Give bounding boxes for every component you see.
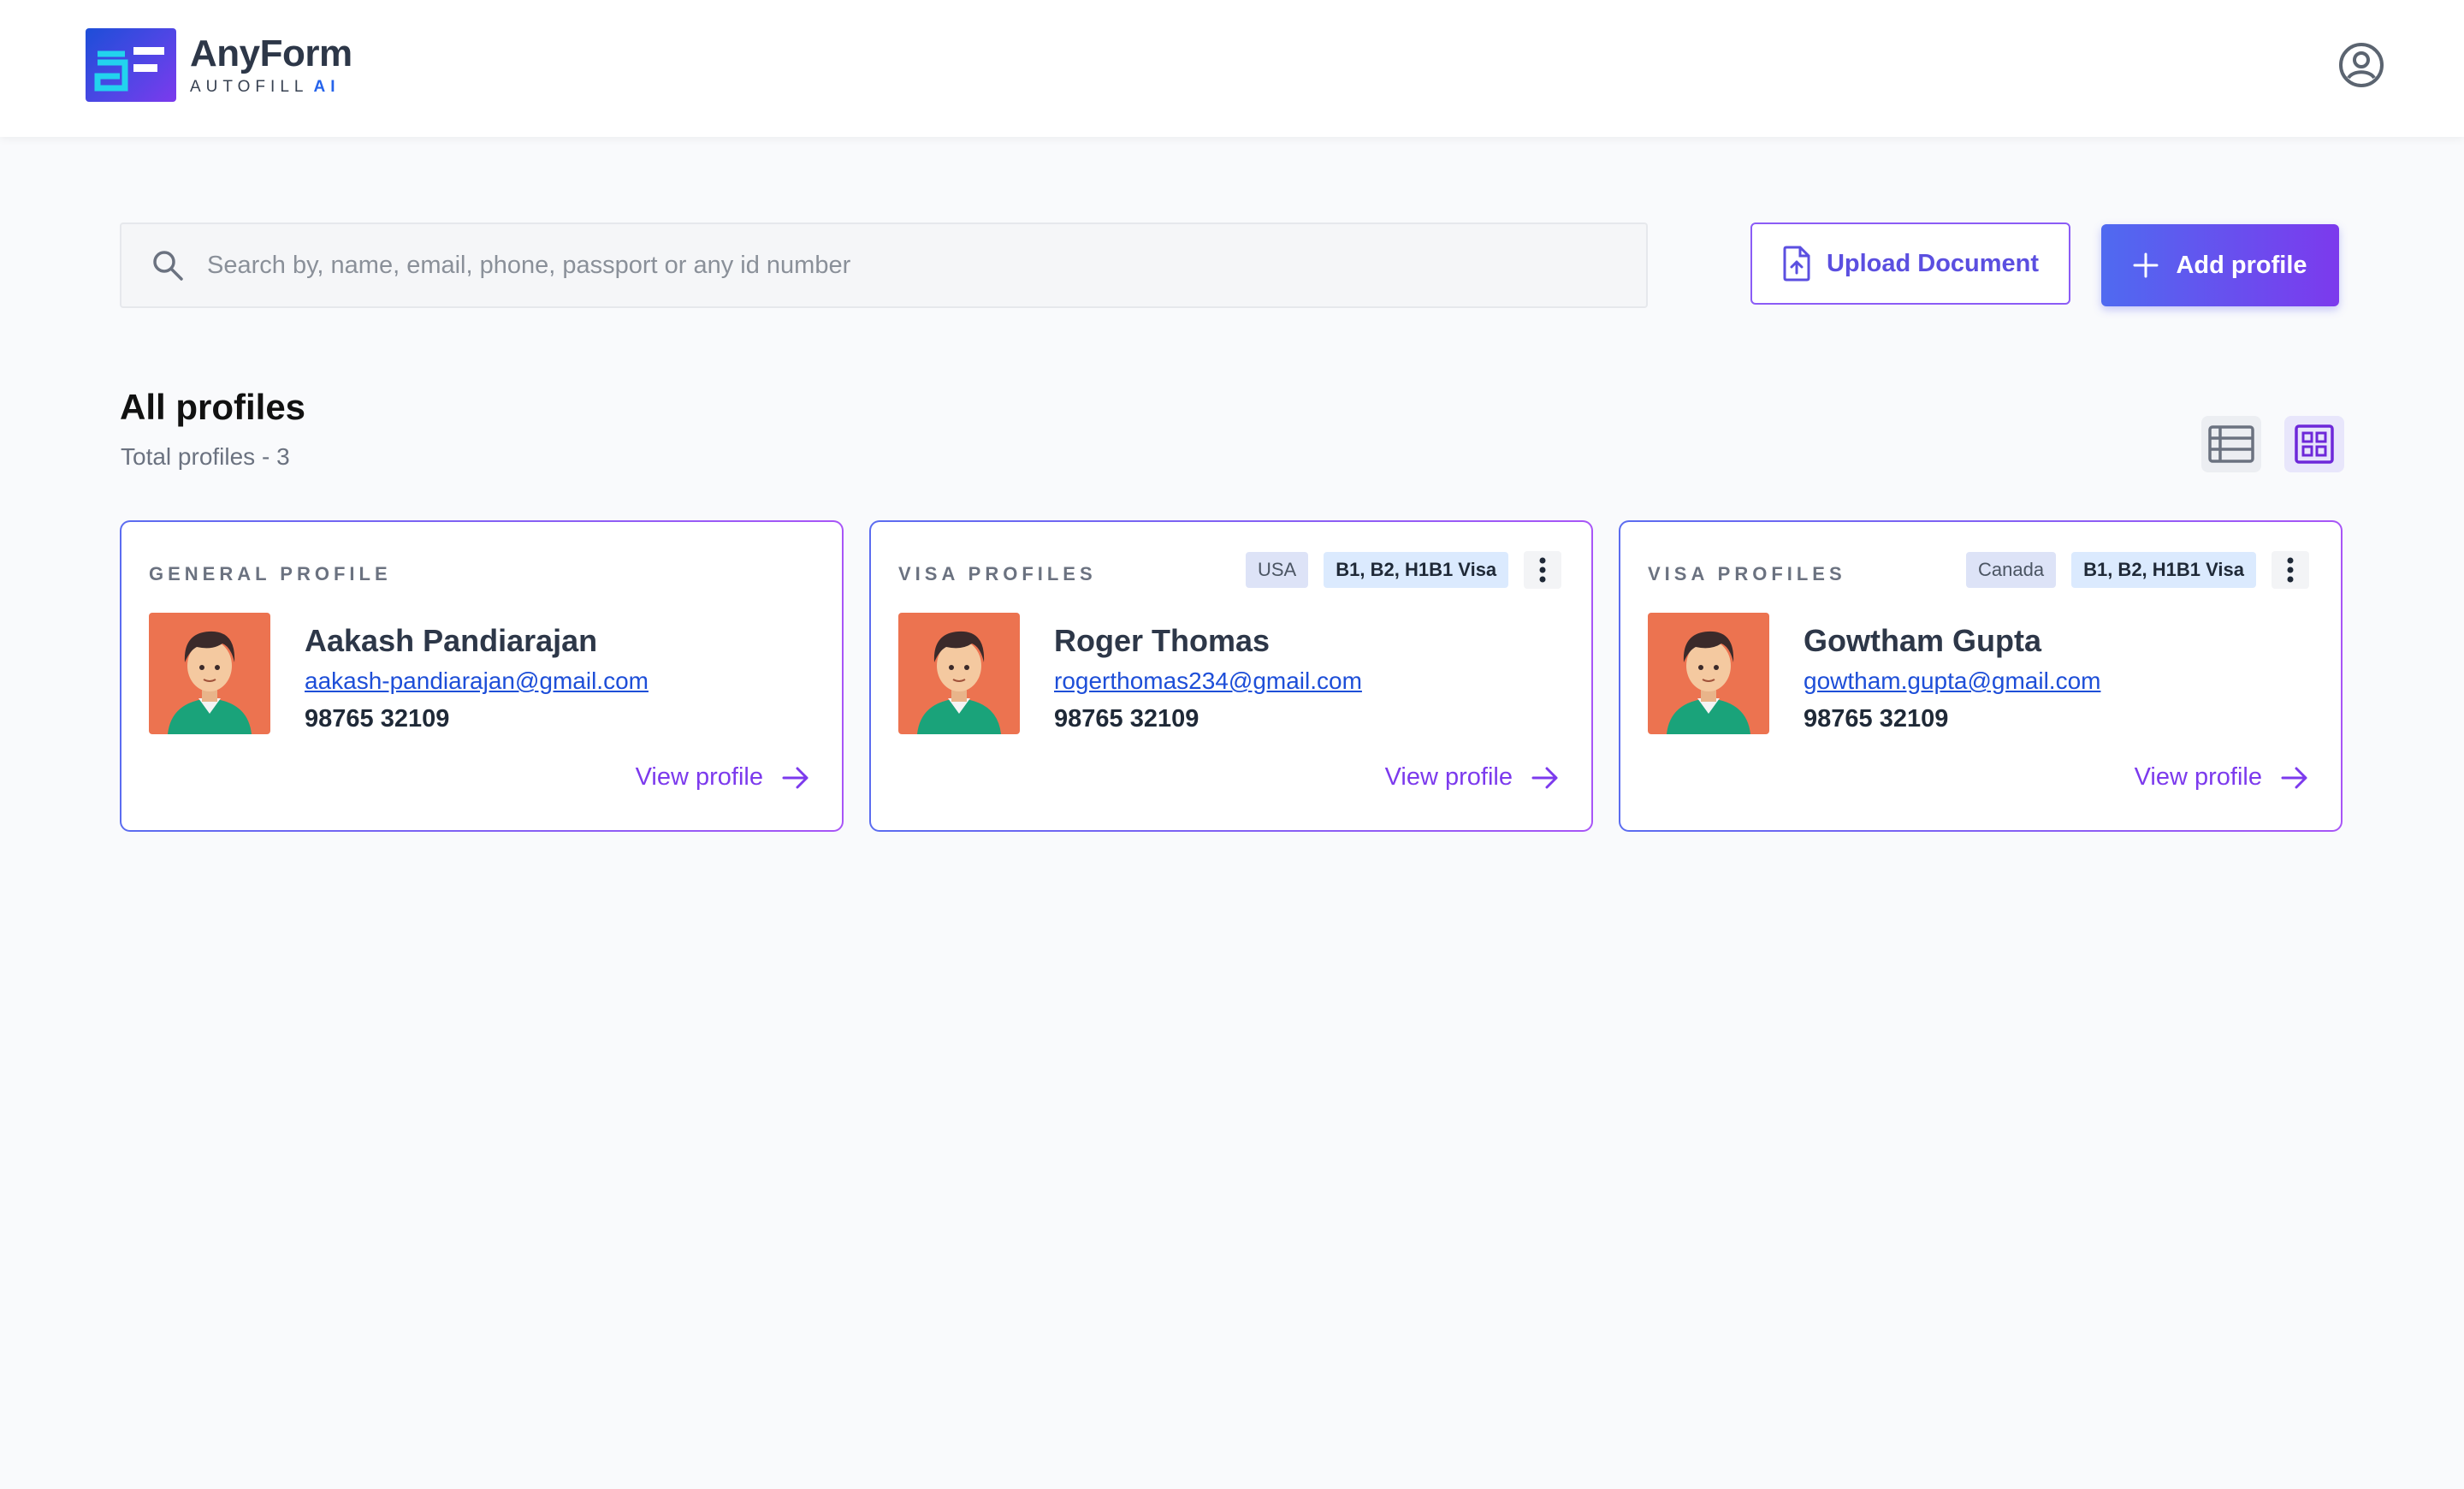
grid-view-icon [2295, 424, 2334, 464]
account-icon[interactable] [2338, 42, 2384, 88]
profile-tags: Canada B1, B2, H1B1 Visa [1966, 551, 2309, 589]
avatar [1648, 613, 1769, 734]
profile-card[interactable]: GENERAL PROFILE Aakash Pandiarajan aakas… [120, 520, 844, 832]
profile-name: Gowtham Gupta [1804, 623, 2041, 658]
list-view-toggle[interactable] [2201, 416, 2261, 472]
page-title: All profiles [120, 387, 306, 427]
view-profile-label: View profile [1384, 763, 1513, 791]
country-tag: USA [1246, 552, 1309, 588]
profile-phone: 98765 32109 [1054, 705, 1199, 733]
visa-tag: B1, B2, H1B1 Visa [1324, 552, 1509, 588]
search-input[interactable] [207, 251, 1576, 280]
search-icon [153, 251, 183, 281]
arrow-right-icon [1531, 767, 1558, 788]
plus-icon [2133, 252, 2159, 278]
profile-phone: 98765 32109 [305, 705, 450, 733]
visa-tag: B1, B2, H1B1 Visa [2071, 552, 2256, 588]
app-tagline-text: AUTOFILL [190, 78, 309, 96]
profile-card[interactable]: VISA PROFILES Canada B1, B2, H1B1 Visa G… [1619, 520, 2343, 832]
avatar [149, 613, 270, 734]
view-profile-link[interactable]: View profile [2135, 763, 2308, 792]
avatar [898, 613, 1020, 734]
country-tag: Canada [1966, 552, 2057, 588]
app-name: AnyForm [190, 33, 352, 74]
profiles-count: Total profiles - 3 [121, 443, 290, 470]
add-profile-label: Add profile [2176, 251, 2307, 279]
view-profile-link[interactable]: View profile [636, 763, 809, 792]
grid-view-toggle[interactable] [2284, 416, 2344, 472]
profile-phone: 98765 32109 [1804, 705, 1949, 733]
app-tagline-ai: AI [313, 78, 341, 96]
view-profile-label: View profile [2134, 763, 2262, 791]
more-options-button[interactable] [1524, 551, 1562, 589]
search-bar [120, 222, 1648, 308]
profile-name: Aakash Pandiarajan [305, 623, 598, 658]
profile-email-link[interactable]: aakash-pandiarajan@gmail.com [305, 667, 649, 695]
view-profile-label: View profile [635, 763, 763, 791]
logo-mark-icon [86, 28, 176, 102]
app-logo[interactable]: AnyForm AUTOFILL AI [86, 28, 352, 102]
app-tagline: AUTOFILL AI [190, 78, 352, 97]
upload-document-label: Upload Document [1826, 249, 2040, 277]
kebab-menu-icon [1539, 557, 1546, 583]
profile-name: Roger Thomas [1054, 623, 1270, 658]
arrow-right-icon [782, 767, 808, 788]
profile-type-label: VISA PROFILES [1648, 563, 1846, 584]
profile-tags: USA B1, B2, H1B1 Visa [1246, 551, 1562, 589]
profile-type-label: GENERAL PROFILE [149, 563, 392, 584]
top-header: AnyForm AUTOFILL AI [0, 0, 2464, 137]
profile-card[interactable]: VISA PROFILES USA B1, B2, H1B1 Visa Roge… [869, 520, 1593, 832]
arrow-right-icon [2281, 767, 2307, 788]
profile-type-label: VISA PROFILES [898, 563, 1097, 584]
list-view-icon [2208, 425, 2254, 463]
file-upload-icon [1783, 246, 1810, 282]
upload-document-button[interactable]: Upload Document [1750, 222, 2070, 305]
kebab-menu-icon [2287, 557, 2294, 583]
more-options-button[interactable] [2272, 551, 2309, 589]
add-profile-button[interactable]: Add profile [2101, 224, 2339, 306]
profile-email-link[interactable]: rogerthomas234@gmail.com [1054, 667, 1362, 695]
view-profile-link[interactable]: View profile [1385, 763, 1559, 792]
profile-email-link[interactable]: gowtham.gupta@gmail.com [1804, 667, 2100, 695]
